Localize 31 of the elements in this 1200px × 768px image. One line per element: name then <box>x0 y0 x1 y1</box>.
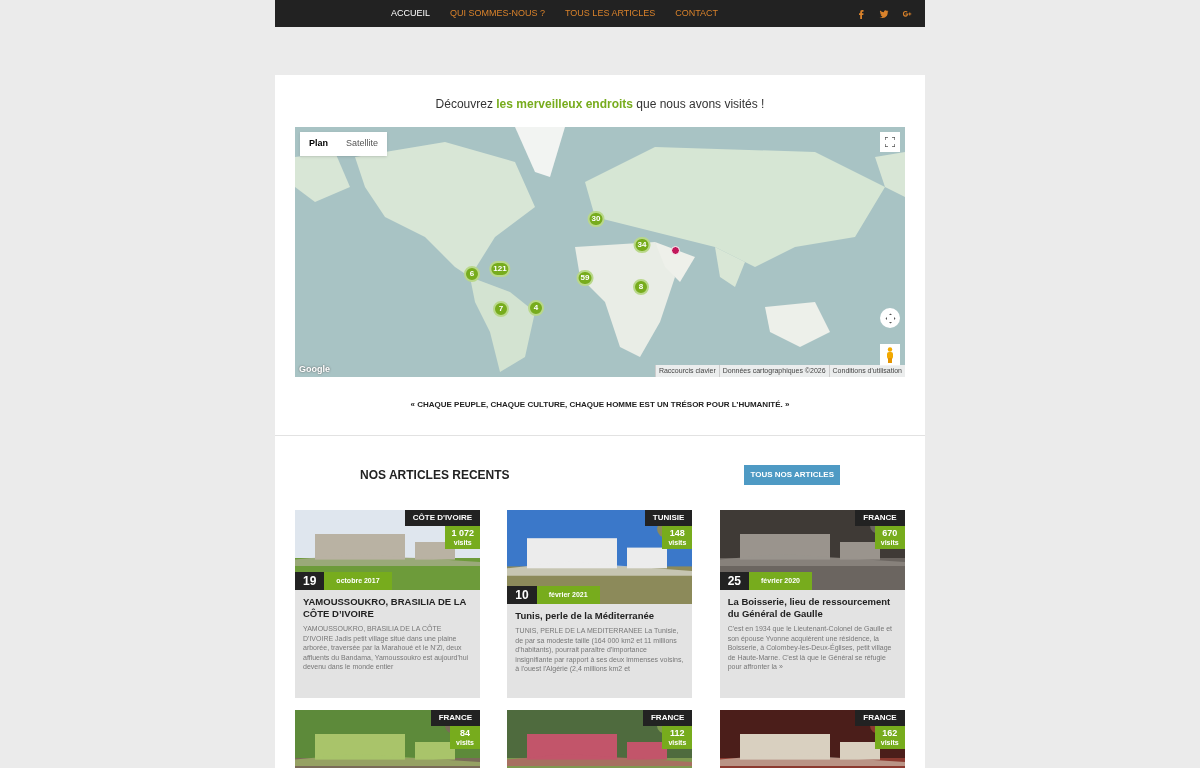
date-day: 25 <box>719 572 749 590</box>
country-tag: FRANCE <box>430 710 480 726</box>
map-logo: Google <box>299 362 330 376</box>
intro-text: Découvrez les merveilleux endroits que nous avons visités ! <box>434 96 766 113</box>
section-title: NOS ARTICLES RECENTS <box>360 467 510 484</box>
country-tag: FRANCE <box>855 510 905 526</box>
country-tag: TUNISIE <box>644 510 693 526</box>
map-type-tab[interactable]: Plan <box>300 132 337 156</box>
nav-link[interactable]: ACCUEIL <box>391 6 430 21</box>
map-type-tab[interactable]: Satellite <box>337 132 388 156</box>
twitter-icon[interactable] <box>879 8 889 19</box>
pegman-icon <box>886 347 894 363</box>
facebook-icon[interactable] <box>856 8 866 19</box>
nav-link[interactable]: QUI SOMMES-NOUS ? <box>450 6 546 21</box>
move-icon <box>884 312 896 324</box>
quote-text: « CHAQUE PEUPLE, CHAQUE CULTURE, CHAQUE HOMME EST UN TRÉSOR POUR L’HUMANITÉ. » <box>409 399 791 411</box>
google-plus-icon[interactable] <box>902 8 912 19</box>
country-tag: FRANCE <box>643 710 693 726</box>
article-title[interactable]: YAMOUSSOUKRO, BRASILIA DE LA CÔTE D’IVOIRE <box>303 596 472 620</box>
all-articles-button[interactable]: TOUS NOS ARTICLES <box>744 465 840 485</box>
country-tag: CÔTE D'IVOIRE <box>404 510 480 526</box>
nav-link[interactable]: TOUS LES ARTICLES <box>565 6 656 21</box>
fullscreen-icon <box>885 137 895 147</box>
fullscreen-button[interactable] <box>880 132 900 152</box>
date-day: 10 <box>507 586 537 604</box>
location-pin[interactable] <box>671 246 680 255</box>
country-tag: FRANCE <box>855 710 905 726</box>
article-title[interactable]: Tunis, perle de la Méditerranée <box>515 610 685 622</box>
date-day: 19 <box>295 572 325 590</box>
article-title[interactable]: La Boisserie, lieu de ressourcement du Général de Gaulle <box>727 596 897 620</box>
nav-link[interactable]: CONTACT <box>675 6 719 21</box>
